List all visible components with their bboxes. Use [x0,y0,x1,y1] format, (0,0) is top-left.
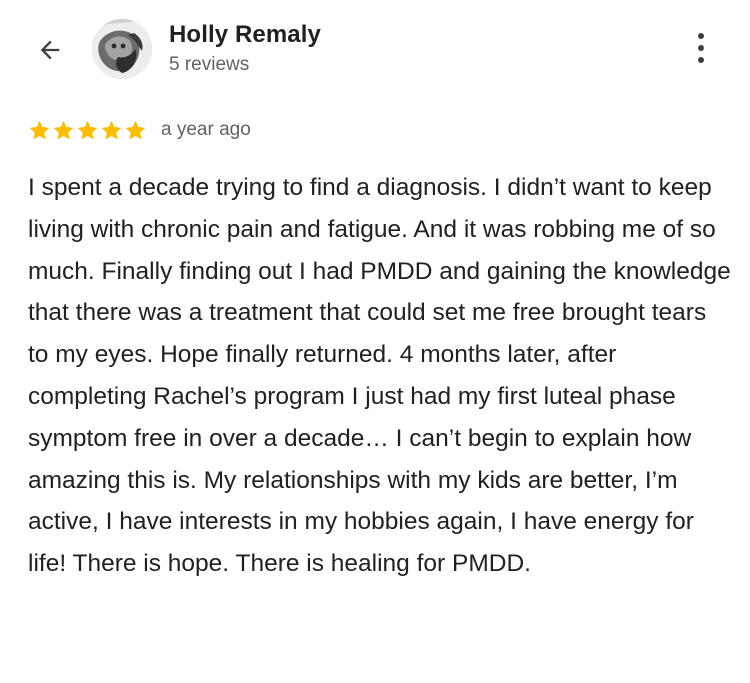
more-vertical-icon [698,33,704,39]
star-icon [101,120,122,139]
more-options-button[interactable] [684,26,718,70]
author-name[interactable]: Holly Remaly [169,21,321,49]
avatar[interactable] [92,19,152,79]
review-text: I spent a decade trying to find a diagno… [28,174,731,578]
star-rating [28,119,147,142]
profile-photo [92,19,152,79]
author-info[interactable]: Holly Remaly 5 reviews [169,21,321,77]
star-icon [29,120,50,139]
review-header: Holly Remaly 5 reviews [0,0,750,100]
more-vertical-icon-dot [698,57,704,63]
rating-row: a year ago [28,116,251,144]
star-icon [125,120,146,139]
back-button[interactable] [28,28,72,72]
more-vertical-icon-dot [698,45,704,51]
review-date: a year ago [161,119,251,140]
star-icon [77,120,98,139]
arrow-back-icon [40,40,60,60]
author-review-count: 5 reviews [169,54,250,75]
star-icon [53,120,74,139]
